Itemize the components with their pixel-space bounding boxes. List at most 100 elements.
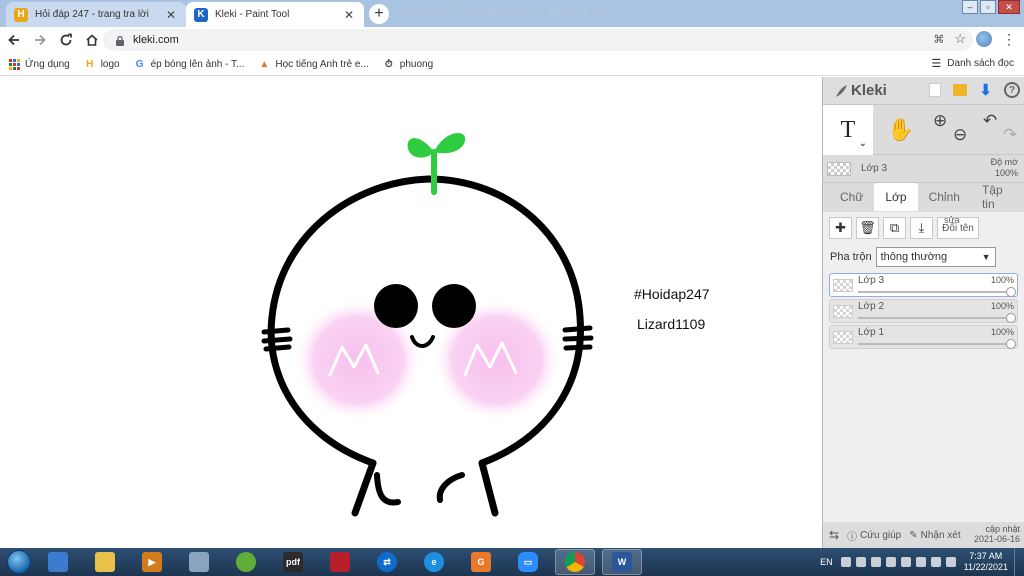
taskbar-greenshot[interactable]	[226, 549, 266, 575]
brand-name: Kleki	[851, 82, 887, 99]
tab-text[interactable]: Chữ	[829, 183, 874, 211]
bookmark-label: ép bóng lên ảnh - T...	[150, 58, 245, 70]
layer-opacity-slider[interactable]	[858, 339, 1016, 349]
layer-item[interactable]: Lớp 3 100%	[829, 273, 1018, 297]
help-link[interactable]: ⓘ Cứu giúp	[847, 528, 901, 543]
merge-down-button[interactable]: ⤓	[910, 217, 933, 239]
plus-icon: ✚	[835, 220, 846, 235]
star-icon[interactable]: ☆	[954, 31, 966, 47]
swap-sides-icon[interactable]: ⇆	[829, 528, 839, 542]
chevron-up-icon[interactable]	[855, 557, 866, 567]
help-icon[interactable]: ?	[1004, 82, 1020, 98]
battery-icon[interactable]	[945, 557, 956, 567]
blend-mode-select[interactable]: thông thường ▼	[875, 247, 996, 267]
start-button[interactable]	[0, 548, 38, 576]
clock-time: 7:37 AM	[969, 551, 1003, 561]
taskbar-teamviewer[interactable]: ⇄	[367, 549, 407, 575]
layer-opacity: 100%	[990, 275, 1014, 285]
delete-layer-button[interactable]: 🗑	[856, 217, 879, 239]
taskbar-foxit-pdf[interactable]: G	[461, 549, 501, 575]
feedback-label: Nhận xét	[920, 529, 961, 541]
window-close-button[interactable]: ✕	[998, 0, 1020, 14]
close-icon[interactable]: ✕	[342, 8, 356, 22]
rename-layer-button[interactable]: Đổi tên sửa	[937, 215, 979, 239]
flag-icon[interactable]	[885, 557, 896, 567]
forward-button[interactable]	[28, 28, 52, 52]
bookmark-label: phuong	[399, 58, 434, 70]
zoom-in-icon[interactable]: ⊕	[933, 111, 947, 131]
layer-item[interactable]: Lớp 2 100%	[829, 299, 1018, 323]
trash-icon: 🗑	[859, 220, 876, 235]
taskbar-word[interactable]: W	[602, 549, 642, 575]
duplicate-layer-button[interactable]: ⧉	[883, 217, 906, 239]
language-indicator[interactable]: EN	[820, 557, 833, 567]
taskbar-folder[interactable]	[85, 549, 125, 575]
slider-knob[interactable]	[1006, 313, 1016, 323]
monitor-icon[interactable]	[900, 557, 911, 567]
taskbar-internet-explorer[interactable]: e	[414, 549, 454, 575]
new-image-icon[interactable]	[929, 83, 942, 97]
layer-opacity-slider[interactable]	[858, 313, 1016, 323]
text-tool-button[interactable]: T ⌄	[823, 105, 873, 155]
system-clock[interactable]: 7:37 AM 11/22/2021	[964, 551, 1008, 573]
show-desktop-button[interactable]	[1014, 548, 1024, 576]
antivirus-icon[interactable]	[870, 557, 881, 567]
version-info[interactable]: cập nhật 2021-06-16	[974, 524, 1020, 544]
sprout-character-drawing	[261, 133, 594, 517]
layer-item[interactable]: Lớp 1 100%	[829, 325, 1018, 349]
reload-button[interactable]	[54, 28, 78, 52]
back-button[interactable]	[2, 28, 26, 52]
hand-tool-icon[interactable]: ✋	[887, 117, 914, 143]
restore-button[interactable]: ▫	[980, 0, 996, 14]
zoom-out-icon[interactable]: ⊖	[953, 125, 967, 145]
menu-kebab-icon[interactable]: ⋮	[1002, 32, 1016, 46]
translate-icon[interactable]: ⌘	[933, 33, 944, 46]
add-layer-button[interactable]: ✚	[829, 217, 852, 239]
kleki-logo-icon	[836, 84, 847, 97]
address-bar[interactable]: kleki.com	[103, 29, 973, 51]
open-folder-icon[interactable]	[953, 84, 968, 96]
feedback-link[interactable]: ✎ Nhận xét	[909, 530, 960, 541]
new-tab-button[interactable]: +	[369, 4, 389, 24]
windows-orb-icon	[7, 550, 31, 574]
drawing-canvas[interactable]: #Hoidap247 Lizard1109	[0, 77, 822, 548]
bookmark-apps[interactable]: Ứng dụng	[8, 58, 70, 70]
bookmark-label: Học tiếng Anh trẻ e...	[275, 58, 369, 70]
bookmark-logo[interactable]: H logo	[84, 58, 120, 70]
bookmark-phuong[interactable]: ⏱ phuong	[383, 58, 433, 70]
profile-avatar[interactable]	[976, 31, 992, 47]
slider-knob[interactable]	[1006, 287, 1016, 297]
redo-icon[interactable]: ↷	[1003, 125, 1017, 145]
chrome-icon	[565, 552, 585, 572]
taskbar-flash[interactable]	[320, 549, 360, 575]
taskbar-explorer[interactable]	[38, 549, 78, 575]
home-button[interactable]	[80, 28, 104, 52]
download-icon[interactable]: ⬇	[979, 81, 992, 99]
taskbar-calculator[interactable]	[179, 549, 219, 575]
tab-layers[interactable]: Lớp	[874, 183, 918, 211]
tab-kleki[interactable]: K Kleki - Paint Tool ✕	[186, 2, 364, 27]
slider-knob[interactable]	[1006, 339, 1016, 349]
kleki-logo[interactable]: Kleki	[833, 82, 887, 99]
tool-bar: T ⌄ ✋ ⊕ ⊖ ↶ ↷	[823, 105, 1024, 155]
layer-opacity-slider[interactable]	[858, 287, 1016, 297]
undo-icon[interactable]: ↶	[983, 111, 997, 131]
taskbar-media-player[interactable]: ▶	[132, 549, 172, 575]
volume-icon[interactable]	[930, 557, 941, 567]
rename-overlay: sửa	[944, 215, 960, 225]
taskbar-pdf-pro[interactable]: pdf	[273, 549, 313, 575]
taskbar-zoom[interactable]: ▭	[508, 549, 548, 575]
network-icon[interactable]	[915, 557, 926, 567]
taskbar-chrome[interactable]	[555, 549, 595, 575]
bookmark-ep-bong[interactable]: G ép bóng lên ảnh - T...	[134, 58, 245, 70]
tab-file[interactable]: Tập tin	[971, 183, 1024, 211]
layer-opacity: 100%	[990, 327, 1014, 337]
tab-adjust[interactable]: Chỉnh	[918, 183, 971, 211]
close-icon[interactable]: ✕	[164, 8, 178, 22]
help-tray-icon[interactable]	[840, 557, 851, 567]
minimize-button[interactable]: –	[962, 0, 978, 14]
tab-hoidap[interactable]: H Hỏi đáp 247 - trang tra lời ✕	[6, 2, 186, 27]
reading-list-button[interactable]: ☰ Danh sách đọc	[931, 57, 1014, 70]
bookmark-hoc-tieng-anh[interactable]: ▲ Học tiếng Anh trẻ e...	[258, 58, 368, 70]
url-text: kleki.com	[133, 34, 179, 46]
